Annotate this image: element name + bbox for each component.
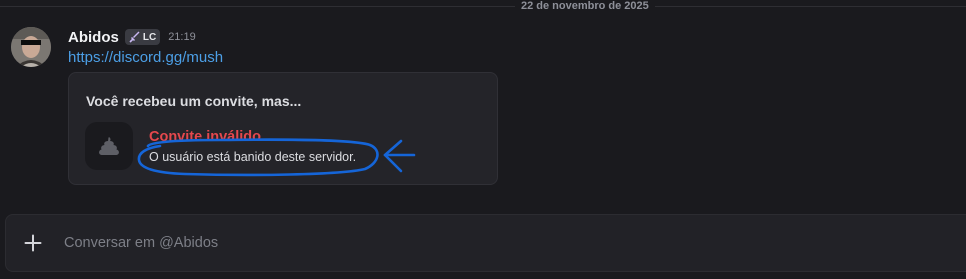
chat-view: 22 de novembro de 2025 Abidos LC 21:19 h… bbox=[0, 0, 966, 279]
guild-tag[interactable]: LC bbox=[124, 29, 161, 45]
message-header: Abidos LC 21:19 bbox=[68, 27, 196, 47]
add-attachment-button[interactable] bbox=[20, 230, 46, 256]
plus-icon bbox=[24, 234, 42, 252]
invite-embed-title: Você recebeu um convite, mas... bbox=[86, 93, 302, 109]
invite-embed: Você recebeu um convite, mas... Convite … bbox=[68, 72, 498, 185]
username[interactable]: Abidos bbox=[68, 29, 119, 46]
guild-tag-label: LC bbox=[142, 31, 157, 43]
invite-server-icon bbox=[85, 122, 133, 170]
invite-link[interactable]: https://discord.gg/mush bbox=[68, 49, 223, 66]
message-input[interactable] bbox=[64, 231, 924, 255]
invite-error-message: O usuário está banido deste servidor. bbox=[149, 150, 357, 164]
date-divider-label: 22 de novembro de 2025 bbox=[515, 0, 655, 13]
date-divider-line bbox=[0, 6, 966, 7]
avatar-image bbox=[11, 27, 51, 67]
message-composer bbox=[5, 214, 966, 272]
poop-icon bbox=[99, 137, 119, 155]
avatar[interactable] bbox=[11, 27, 51, 67]
message-timestamp[interactable]: 21:19 bbox=[168, 31, 196, 43]
sword-icon bbox=[129, 31, 140, 43]
invite-status: Convite inválido bbox=[149, 129, 261, 145]
